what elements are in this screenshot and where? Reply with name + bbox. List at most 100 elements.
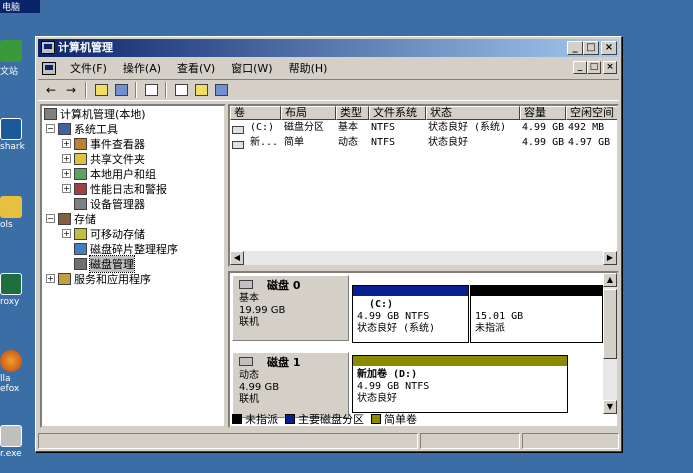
tree-item[interactable]: + 共享文件夹 — [62, 151, 145, 166]
column-header-volume[interactable]: 卷 — [230, 106, 281, 120]
tree-node-icon — [74, 227, 87, 240]
scroll-up-button[interactable]: ▲ — [603, 273, 617, 287]
cell-layout: 简单 — [284, 137, 304, 148]
menu-help[interactable]: 帮助(H) — [281, 60, 336, 76]
scroll-right-button[interactable]: ▶ — [603, 251, 617, 265]
tree-item-label: 可移动存储 — [90, 227, 145, 241]
desktop-icon-wireshark[interactable]: shark — [0, 118, 40, 152]
tree-item-label: 事件查看器 — [90, 137, 145, 151]
cell-filesystem: NTFS — [371, 122, 396, 133]
desktop-icon-proxy[interactable]: roxy — [0, 273, 40, 307]
proxy-icon — [0, 273, 22, 295]
tree-item[interactable]: + 服务和应用程序 — [46, 271, 151, 286]
column-header-capacity[interactable]: 容量 — [520, 106, 566, 120]
partition-d[interactable]: 新加卷 (D:) 4.99 GB NTFS 状态良好 — [352, 355, 568, 413]
tree-item[interactable]: 磁盘管理 — [62, 254, 135, 273]
tree-item[interactable]: + 本地用户和组 — [62, 166, 156, 181]
disk-1-label[interactable]: 磁盘 1 动态 4.99 GB 联机 — [232, 352, 349, 418]
shark-icon — [0, 118, 22, 140]
title-bar[interactable]: 计算机管理 _ □ × — [38, 39, 619, 57]
partition-size: 15.01 GB — [475, 311, 524, 322]
maximize-button[interactable]: □ — [583, 41, 599, 55]
child-restore-button[interactable]: □ — [587, 61, 601, 74]
partition-c[interactable]: (C:) 4.99 GB NTFS 状态良好 (系统) — [352, 285, 469, 343]
desktop-icon-site[interactable]: 文站 — [0, 40, 40, 77]
scroll-left-button[interactable]: ◀ — [230, 251, 244, 265]
tree-item[interactable]: − 存储 — [46, 211, 96, 226]
scroll-thumb[interactable] — [603, 289, 617, 359]
tree-item[interactable]: − 系统工具 — [46, 121, 118, 136]
vertical-scrollbar[interactable]: ▲ ▼ — [603, 273, 617, 414]
column-header-status[interactable]: 状态 — [426, 106, 520, 120]
tree-item[interactable]: + 事件查看器 — [62, 136, 145, 151]
child-close-button[interactable]: × — [603, 61, 617, 74]
column-header-free-space[interactable]: 空闲空间 — [566, 106, 617, 120]
tree-node-icon — [74, 257, 87, 270]
disk-size: 4.99 GB — [239, 382, 280, 393]
menu-action[interactable]: 操作(A) — [115, 60, 169, 76]
tree-item[interactable]: + 可移动存储 — [62, 226, 145, 241]
help-icon — [144, 84, 158, 96]
minimize-button[interactable]: _ — [567, 41, 583, 55]
expand-toggle[interactable]: + — [62, 229, 71, 238]
expand-toggle[interactable]: + — [62, 139, 71, 148]
tree-item[interactable]: 设备管理器 — [62, 196, 145, 211]
scroll-down-button[interactable]: ▼ — [603, 400, 617, 414]
help-button[interactable] — [142, 81, 160, 99]
disk-graphical-view[interactable]: 磁盘 0 基本 19.99 GB 联机 (C:) 4.99 GB NTFS 状态… — [228, 271, 619, 428]
drive-icon — [232, 141, 244, 149]
forward-button[interactable]: → — [62, 81, 80, 99]
properties-button[interactable] — [172, 81, 190, 99]
computer-icon[interactable] — [42, 61, 56, 75]
tree-item-label: 服务和应用程序 — [74, 272, 151, 286]
cell-filesystem: NTFS — [371, 137, 396, 148]
disk-icon — [239, 280, 253, 289]
partition-status: 未指派 — [475, 323, 505, 334]
close-button[interactable]: × — [601, 41, 617, 55]
tree-item[interactable]: 计算机管理(本地) — [44, 106, 146, 121]
expand-toggle[interactable]: + — [62, 154, 71, 163]
partition-color-bar — [471, 286, 602, 296]
expand-toggle[interactable]: + — [62, 169, 71, 178]
partition-unallocated[interactable]: 15.01 GB 未指派 — [470, 285, 603, 343]
column-header-filesystem[interactable]: 文件系统 — [369, 106, 426, 120]
legend: 未指派 主要磁盘分区 简单卷 — [232, 412, 417, 426]
globe-icon — [0, 40, 22, 62]
legend-label: 简单卷 — [384, 413, 417, 426]
back-button[interactable]: ← — [42, 81, 60, 99]
folder-up-icon — [94, 84, 108, 96]
horizontal-scrollbar[interactable]: ◀ ▶ — [230, 251, 617, 265]
volume-list[interactable]: 卷 布局 类型 文件系统 状态 容量 空闲空间 (C:) 磁盘分区 基本 NTF… — [228, 104, 619, 267]
desktop-icon-tools[interactable]: ols — [0, 196, 40, 230]
up-folder-button[interactable] — [92, 81, 110, 99]
menu-view[interactable]: 查看(V) — [169, 60, 223, 76]
desktop-icon-computer[interactable]: 电脑 — [0, 0, 40, 13]
settings-button[interactable] — [212, 81, 230, 99]
tree-item[interactable]: 磁盘碎片整理程序 — [62, 241, 178, 256]
expand-toggle[interactable]: − — [46, 214, 55, 223]
child-minimize-button[interactable]: _ — [573, 61, 587, 74]
menu-file[interactable]: 文件(F) — [62, 60, 115, 76]
legend-label: 主要磁盘分区 — [298, 413, 364, 426]
rescan-button[interactable] — [192, 81, 210, 99]
tree-node-icon — [58, 272, 71, 285]
expand-toggle[interactable]: + — [46, 274, 55, 283]
show-tree-button[interactable] — [112, 81, 130, 99]
tree-item-label: 存储 — [74, 212, 96, 226]
tree-item[interactable]: + 性能日志和警报 — [62, 181, 167, 196]
console-tree[interactable]: 计算机管理(本地) − 系统工具 + 事件查看器 + 共享文件夹 + 本地用户和组 + 性能日志和警… — [40, 104, 226, 428]
tree-node-icon — [74, 152, 87, 165]
expand-toggle[interactable]: + — [62, 184, 71, 193]
desktop-icon-firefox[interactable]: lla efox — [0, 350, 40, 394]
desktop-icon-exe[interactable]: r.exe — [0, 425, 40, 459]
disk-type: 动态 — [239, 370, 259, 381]
tree-item-label: 本地用户和组 — [90, 167, 156, 181]
settings-icon — [214, 84, 228, 96]
disk-status: 联机 — [239, 394, 259, 405]
disk-0-label[interactable]: 磁盘 0 基本 19.99 GB 联机 — [232, 275, 349, 341]
tree-item-label: 性能日志和警报 — [90, 182, 167, 196]
expand-toggle[interactable]: − — [46, 124, 55, 133]
menu-window[interactable]: 窗口(W) — [223, 60, 280, 76]
column-header-layout[interactable]: 布局 — [281, 106, 336, 120]
column-header-type[interactable]: 类型 — [336, 106, 369, 120]
